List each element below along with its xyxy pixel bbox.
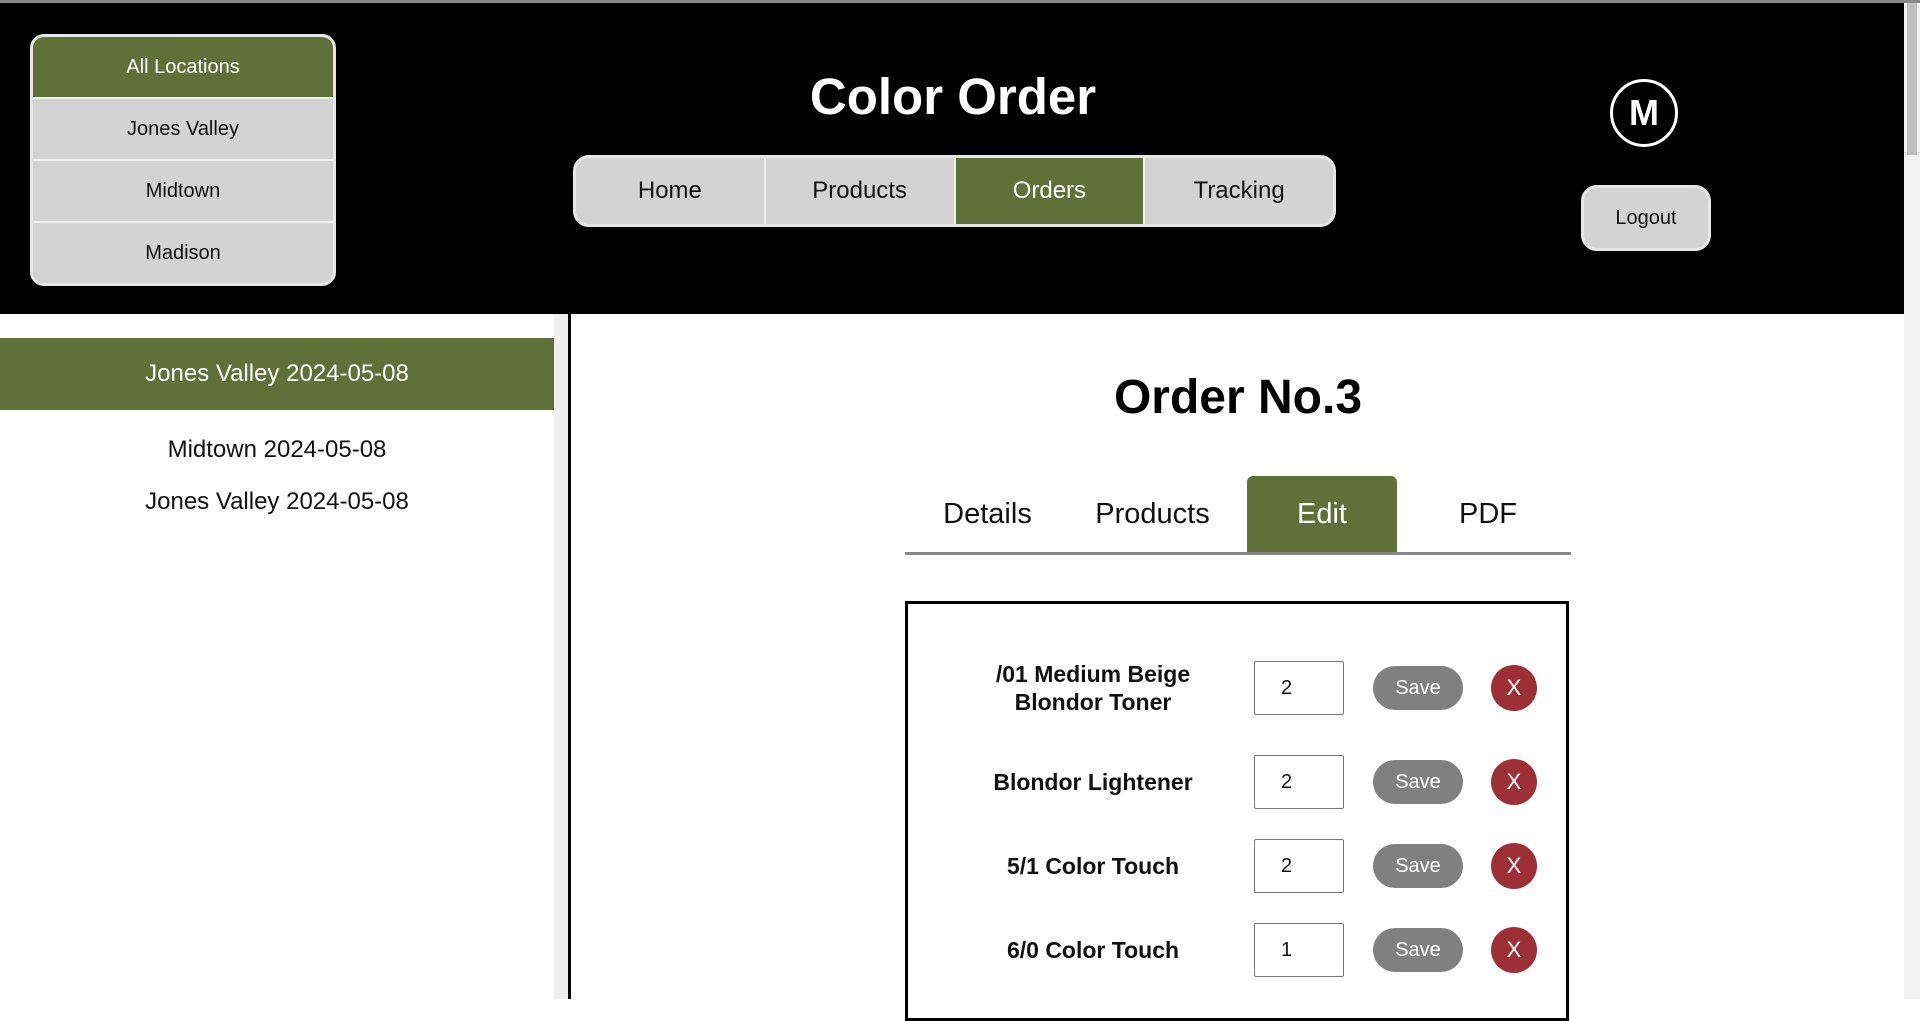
tab-pdf[interactable]: PDF [1405, 476, 1571, 552]
order-edit-panel: /01 Medium Beige Blondor Toner 2 Save X … [905, 601, 1569, 1021]
save-button[interactable]: Save [1373, 760, 1463, 804]
order-title: Order No.3 [1113, 371, 1363, 424]
delete-button[interactable]: X [1491, 843, 1537, 889]
tabs-underline [905, 552, 1571, 555]
delete-button[interactable]: X [1491, 665, 1537, 711]
quantity-input[interactable]: 1 [1254, 923, 1344, 977]
tab-details[interactable]: Details [905, 476, 1070, 552]
user-avatar[interactable]: M [1610, 79, 1678, 147]
order-list-item[interactable]: Jones Valley 2024-05-08 [0, 338, 554, 410]
product-name: 6/0 Color Touch [1006, 937, 1180, 963]
product-name: 5/1 Color Touch [1006, 853, 1180, 879]
order-tabs: Details Products Edit PDF [905, 476, 1571, 555]
product-name: /01 Medium Beige Blondor Toner [995, 661, 1191, 715]
page-scrollbar-thumb[interactable] [1907, 3, 1917, 155]
order-list-item[interactable]: Jones Valley 2024-05-08 [0, 484, 554, 520]
nav-products[interactable]: Products [763, 158, 954, 224]
location-all[interactable]: All Locations [33, 37, 333, 97]
header: All Locations Jones Valley Midtown Madis… [0, 3, 1904, 314]
location-midtown[interactable]: Midtown [33, 159, 333, 221]
location-jones-valley[interactable]: Jones Valley [33, 97, 333, 159]
app-title: Color Order [809, 68, 1097, 125]
nav-tracking[interactable]: Tracking [1143, 158, 1333, 224]
logout-button[interactable]: Logout [1581, 185, 1711, 251]
delete-button[interactable]: X [1491, 927, 1537, 973]
tab-edit[interactable]: Edit [1247, 476, 1397, 552]
sidebar-divider [554, 314, 568, 999]
delete-button[interactable]: X [1491, 759, 1537, 805]
location-menu: All Locations Jones Valley Midtown Madis… [30, 34, 336, 286]
save-button[interactable]: Save [1373, 844, 1463, 888]
order-item-row: 6/0 Color Touch 1 Save X [908, 923, 1566, 977]
nav-orders[interactable]: Orders [953, 158, 1144, 224]
quantity-input[interactable]: 2 [1254, 661, 1344, 715]
tab-products[interactable]: Products [1070, 476, 1235, 552]
order-item-row: 5/1 Color Touch 2 Save X [908, 839, 1566, 893]
order-item-row: Blondor Lightener 2 Save X [908, 755, 1566, 809]
save-button[interactable]: Save [1373, 928, 1463, 972]
order-item-row: /01 Medium Beige Blondor Toner 2 Save X [908, 661, 1566, 715]
content-border [568, 314, 571, 999]
save-button[interactable]: Save [1373, 666, 1463, 710]
quantity-input[interactable]: 2 [1254, 755, 1344, 809]
product-name: Blondor Lightener [993, 769, 1193, 795]
quantity-input[interactable]: 2 [1254, 839, 1344, 893]
order-list-item[interactable]: Midtown 2024-05-08 [0, 432, 554, 468]
location-madison[interactable]: Madison [33, 221, 333, 283]
nav-home[interactable]: Home [576, 158, 764, 224]
orders-sidebar: Jones Valley 2024-05-08 Midtown 2024-05-… [0, 314, 554, 999]
main-nav: Home Products Orders Tracking [573, 155, 1336, 227]
